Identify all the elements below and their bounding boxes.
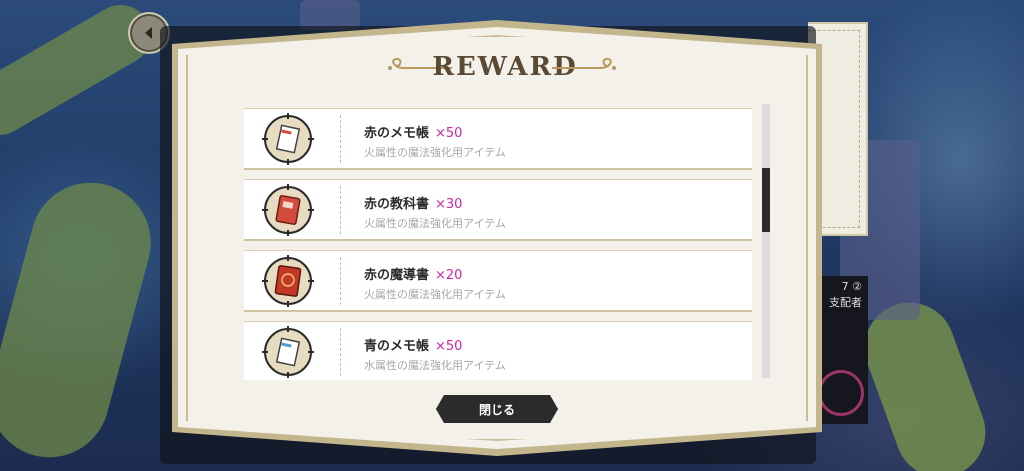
item-quantity: ×50 <box>435 126 463 141</box>
item-divider <box>340 186 341 234</box>
item-description: 水属性の魔法強化用アイテム <box>364 359 506 372</box>
list-scrollbar[interactable] <box>762 104 770 378</box>
reward-item: 赤のメモ帳 ×50 火属性の魔法強化用アイテム <box>244 108 752 170</box>
red-textbook-icon <box>262 184 314 236</box>
bg-panel-text: 支配者 <box>829 296 862 309</box>
reward-list[interactable]: 赤のメモ帳 ×50 火属性の魔法強化用アイテム 赤の教科書 ×30 火属性の魔法強化… <box>244 108 752 380</box>
reward-item: 赤の魔導書 ×20 火属性の魔法強化用アイテム <box>244 250 752 312</box>
blue-memo-pad-icon <box>262 326 314 378</box>
item-icon-frame <box>262 113 314 165</box>
item-icon-frame <box>262 326 314 378</box>
close-button[interactable]: 閉じる <box>436 395 558 423</box>
item-icon-frame <box>262 184 314 236</box>
item-name: 青のメモ帳 ×50 <box>364 339 463 354</box>
item-divider <box>340 328 341 376</box>
list-scrollbar-thumb[interactable] <box>762 168 770 232</box>
red-memo-pad-icon <box>262 113 314 165</box>
reward-item: 赤の教科書 ×30 火属性の魔法強化用アイテム <box>244 179 752 241</box>
stamp-icon <box>818 370 864 416</box>
item-name: 赤の教科書 ×30 <box>364 197 463 212</box>
item-divider <box>340 115 341 163</box>
bg-info-panel: 7 ② 支配者 <box>818 276 868 424</box>
item-name: 赤の魔導書 ×20 <box>364 268 463 283</box>
flourish-right-icon <box>552 57 616 70</box>
bg-panel-text: 7 ② <box>841 280 862 293</box>
item-quantity: ×30 <box>435 197 463 212</box>
item-name: 赤のメモ帳 ×50 <box>364 126 463 141</box>
item-description: 火属性の魔法強化用アイテム <box>364 217 506 230</box>
item-quantity: ×20 <box>435 268 463 283</box>
item-icon-frame <box>262 255 314 307</box>
item-quantity: ×50 <box>435 339 463 354</box>
bg-vine <box>0 169 165 471</box>
back-arrow-icon <box>145 27 152 39</box>
item-description: 火属性の魔法強化用アイテム <box>364 288 506 301</box>
item-divider <box>340 257 341 305</box>
reward-item: 青のメモ帳 ×50 水属性の魔法強化用アイテム <box>244 321 752 380</box>
red-grimoire-icon <box>262 255 314 307</box>
item-description: 火属性の魔法強化用アイテム <box>364 146 506 159</box>
